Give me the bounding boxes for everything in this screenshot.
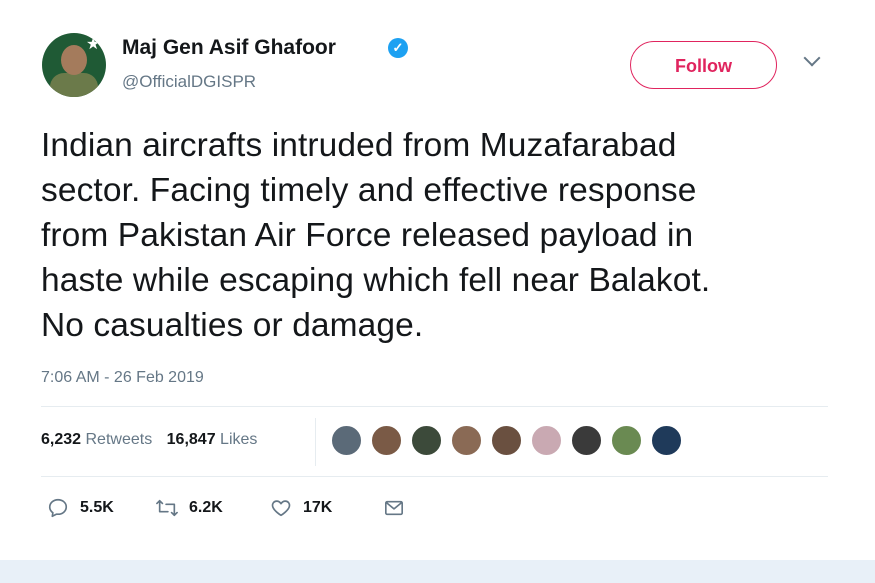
like-button[interactable]: 17K [268,493,332,523]
retweets-label[interactable]: Retweets [86,431,153,448]
envelope-icon [381,495,407,521]
reply-count: 5.5K [80,499,114,516]
engagement-stats: 6,232 Retweets 16,847 Likes [41,431,267,449]
tweet-timestamp[interactable]: 7:06 AM - 26 Feb 2019 [41,369,204,387]
chevron-down-icon[interactable] [803,49,821,67]
tweet-card: ★ Maj Gen Asif Ghafoor ✓ @OfficialDGISPR… [0,0,875,560]
like-count: 17K [303,499,333,516]
liker-avatar[interactable] [411,425,442,456]
page-footer-strip [0,560,875,583]
avatar-uniform [50,73,98,97]
liker-avatar[interactable] [451,425,482,456]
reply-button[interactable]: 5.5K [45,493,114,523]
liker-avatar[interactable] [491,425,522,456]
tweet-text: Indian aircrafts intruded from Muzafarab… [41,127,711,344]
stats-separator [315,418,316,466]
divider [41,406,828,407]
liker-avatar[interactable] [571,425,602,456]
avatar-flag-star: ★ [86,36,101,53]
retweet-count: 6.2K [189,499,223,516]
author-name[interactable]: Maj Gen Asif Ghafoor [122,36,336,60]
verified-badge-icon: ✓ [388,38,408,58]
likes-count[interactable]: 16,847 [167,431,216,448]
heart-icon [268,495,294,521]
liker-avatar[interactable] [611,425,642,456]
retweets-count[interactable]: 6,232 [41,431,81,448]
liker-avatar[interactable] [651,425,682,456]
action-bar: 5.5K 6.2K 17K [0,493,875,523]
divider [41,476,828,477]
follow-button[interactable]: Follow [630,41,777,89]
liker-avatar[interactable] [331,425,362,456]
direct-message-button[interactable] [381,493,407,523]
liker-avatar[interactable] [531,425,562,456]
reply-icon [45,495,71,521]
likes-label[interactable]: Likes [220,431,257,448]
retweet-button[interactable]: 6.2K [154,493,223,523]
author-handle[interactable]: @OfficialDGISPR [122,72,256,92]
retweet-icon [154,495,180,521]
liker-avatar[interactable] [371,425,402,456]
avatar[interactable]: ★ [42,33,106,97]
avatar-face [61,45,87,75]
